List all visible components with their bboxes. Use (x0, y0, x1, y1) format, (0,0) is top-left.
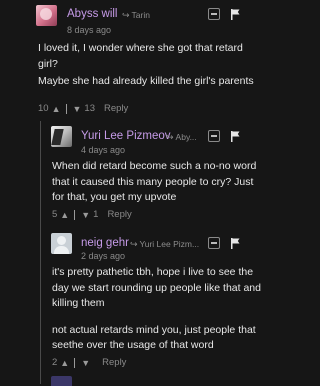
reply-arrow-icon: ↪ (130, 239, 138, 249)
reply-button[interactable]: Reply (104, 103, 128, 114)
comment-paragraph: I loved it, I wonder where she got that … (38, 42, 243, 70)
avatar[interactable] (51, 233, 72, 254)
comment-author[interactable]: Yuri Lee Pizmeov (81, 130, 171, 142)
comment-author[interactable]: Abyss will (67, 8, 117, 20)
upvote-icon[interactable]: ▲ (60, 358, 69, 368)
comment-time: 2 days ago (81, 251, 126, 261)
downvote-icon[interactable]: ▼ (81, 358, 90, 368)
vote-bar: 5 ▲ ▼ 1 Reply (52, 209, 132, 220)
reply-to[interactable]: ↪ Aby... (166, 132, 197, 143)
downvote-icon[interactable]: ▼ (73, 104, 82, 114)
flag-icon[interactable] (231, 238, 240, 249)
vote-divider (65, 103, 67, 114)
collapse-icon[interactable] (208, 130, 220, 142)
comment-body: I loved it, I wonder where she got that … (38, 41, 260, 90)
vote-divider (74, 209, 76, 220)
thread-line (40, 121, 41, 384)
reply-to-name[interactable]: Yuri Lee Pizm... (140, 239, 200, 249)
comment-paragraph: When did retard become such a no-no word… (52, 160, 257, 203)
comment-time: 8 days ago (67, 25, 112, 35)
downvote-count: 1 (93, 209, 99, 220)
comment-paragraph: it's pretty pathetic tbh, hope i live to… (52, 266, 261, 309)
reply-arrow-icon: ↪ (166, 132, 174, 142)
upvote-count: 10 (38, 103, 49, 114)
reply-to-name[interactable]: Aby... (176, 132, 197, 142)
reply-to-name[interactable]: Tarin (132, 10, 150, 20)
reply-arrow-icon: ↪ (122, 10, 130, 20)
avatar[interactable] (51, 376, 72, 386)
upvote-count: 5 (52, 209, 58, 220)
reply-button[interactable]: Reply (102, 357, 126, 368)
vote-bar: 10 ▲ ▼ 13 Reply (38, 103, 128, 114)
avatar[interactable] (36, 5, 57, 26)
upvote-count: 2 (52, 357, 58, 368)
flag-icon[interactable] (231, 9, 240, 20)
comment-author[interactable]: neig gehr (81, 237, 129, 249)
comment-body: it's pretty pathetic tbh, hope i live to… (52, 265, 262, 354)
avatar[interactable] (51, 126, 72, 147)
comment-paragraph: not actual retards mind you, just people… (52, 323, 256, 352)
collapse-icon[interactable] (208, 8, 220, 20)
reply-to[interactable]: ↪ Tarin (122, 10, 150, 21)
flag-icon[interactable] (231, 131, 240, 142)
reply-to[interactable]: ↪ Yuri Lee Pizm... (130, 239, 199, 250)
collapse-icon[interactable] (208, 237, 220, 249)
comment-paragraph: Maybe she had already killed the girl's … (38, 75, 254, 87)
reply-button[interactable]: Reply (107, 209, 131, 220)
comment-body: When did retard become such a no-no word… (52, 159, 260, 206)
vote-divider (74, 357, 76, 368)
downvote-icon[interactable]: ▼ (81, 210, 90, 220)
downvote-count: 13 (84, 103, 95, 114)
comment-time: 4 days ago (81, 145, 126, 155)
vote-bar: 2 ▲ ▼ Reply (52, 357, 126, 368)
upvote-icon[interactable]: ▲ (60, 210, 69, 220)
upvote-icon[interactable]: ▲ (52, 104, 61, 114)
